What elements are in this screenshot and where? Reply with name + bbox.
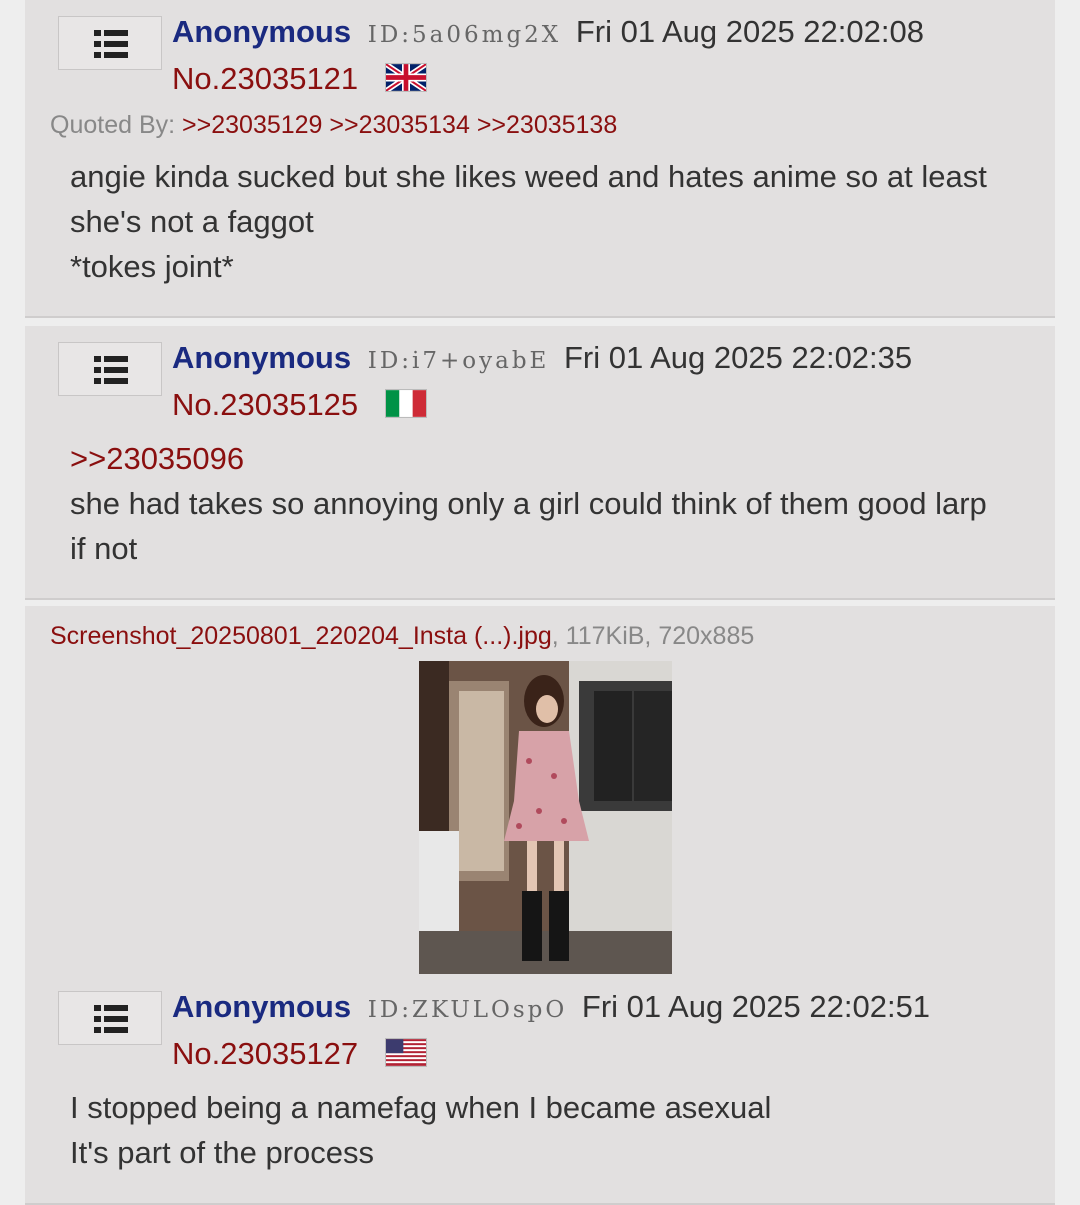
us-flag-icon (386, 1039, 426, 1066)
post-number[interactable]: No.23035127 (172, 1036, 358, 1072)
post-header: Anonymous ID:5a06mg2X Fri 01 Aug 2025 22… (172, 14, 924, 53)
post-text-line: *tokes joint* (70, 249, 234, 284)
post-body: >>23035096 she had takes so annoying onl… (70, 436, 1045, 571)
post-text-line: she had takes so annoying only a girl co… (70, 486, 987, 521)
uk-flag-icon (386, 64, 426, 91)
poster-name: Anonymous (172, 989, 352, 1024)
quote-link[interactable]: >>23035134 (329, 111, 469, 139)
post-text-line: It's part of the process (70, 1135, 375, 1170)
poster-name: Anonymous (172, 14, 352, 49)
post: Anonymous ID:i7+oyabE Fri 01 Aug 2025 22… (25, 326, 1055, 600)
post: Screenshot_20250801_220204_Insta (...).j… (25, 606, 1055, 1205)
post-menu-button[interactable] (58, 991, 162, 1045)
quoted-by-label: Quoted By: (50, 111, 183, 139)
post-image-thumbnail[interactable] (419, 661, 672, 974)
post-date: Fri 01 Aug 2025 22:02:51 (581, 989, 931, 1024)
quoted-by: Quoted By: >>23035129 >>23035134 >>23035… (50, 110, 617, 140)
post-number[interactable]: No.23035125 (172, 387, 358, 423)
italy-flag-icon (386, 390, 426, 417)
poster-name: Anonymous (172, 340, 352, 375)
reply-link[interactable]: >>23035096 (70, 436, 1045, 481)
post-date: Fri 01 Aug 2025 22:02:35 (563, 340, 913, 375)
post-menu-button[interactable] (58, 342, 162, 396)
post-text-line: angie kinda sucked but she likes weed an… (70, 159, 987, 194)
post-date: Fri 01 Aug 2025 22:02:08 (575, 14, 924, 49)
post-text-line: if not (70, 531, 138, 566)
poster-id[interactable]: ID:i7+oyabE (368, 348, 550, 374)
quote-link[interactable]: >>23035138 (477, 111, 617, 139)
poster-id[interactable]: ID:5a06mg2X (368, 22, 561, 48)
photo-illustration (419, 661, 672, 974)
file-info: Screenshot_20250801_220204_Insta (...).j… (50, 619, 754, 653)
list-menu-icon (94, 356, 128, 384)
file-meta: , 117KiB, 720x885 (551, 622, 755, 650)
poster-id[interactable]: ID:ZKULOspO (368, 997, 568, 1023)
list-menu-icon (94, 1005, 128, 1033)
post-header: Anonymous ID:i7+oyabE Fri 01 Aug 2025 22… (172, 340, 912, 379)
quote-link[interactable]: >>23035129 (182, 111, 322, 139)
post-body: I stopped being a namefag when I became … (70, 1085, 1045, 1175)
post: Anonymous ID:5a06mg2X Fri 01 Aug 2025 22… (25, 0, 1055, 318)
file-name-link[interactable]: Screenshot_20250801_220204_Insta (...).j… (50, 622, 552, 650)
post-text-line: she's not a faggot (70, 204, 314, 239)
post-number[interactable]: No.23035121 (172, 61, 358, 97)
post-menu-button[interactable] (58, 16, 162, 70)
list-menu-icon (94, 30, 128, 58)
post-header: Anonymous ID:ZKULOspO Fri 01 Aug 2025 22… (172, 989, 930, 1028)
post-text-line: I stopped being a namefag when I became … (70, 1090, 772, 1125)
post-body: angie kinda sucked but she likes weed an… (70, 154, 1045, 289)
